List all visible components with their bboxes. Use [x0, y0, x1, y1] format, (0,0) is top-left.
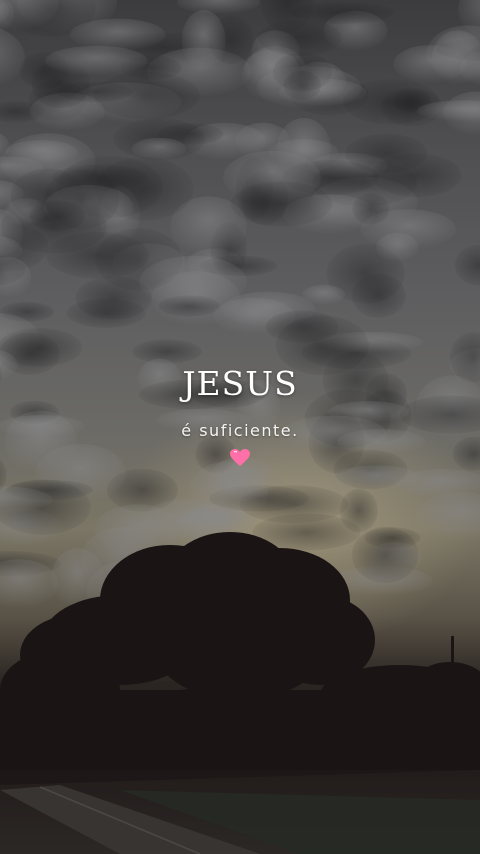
wallpaper-scene: JESUS é suficiente.	[0, 0, 480, 854]
caption-subtitle: é suficiente.	[181, 421, 299, 440]
caption-title: JESUS	[182, 364, 298, 403]
heart-icon	[0, 449, 480, 470]
